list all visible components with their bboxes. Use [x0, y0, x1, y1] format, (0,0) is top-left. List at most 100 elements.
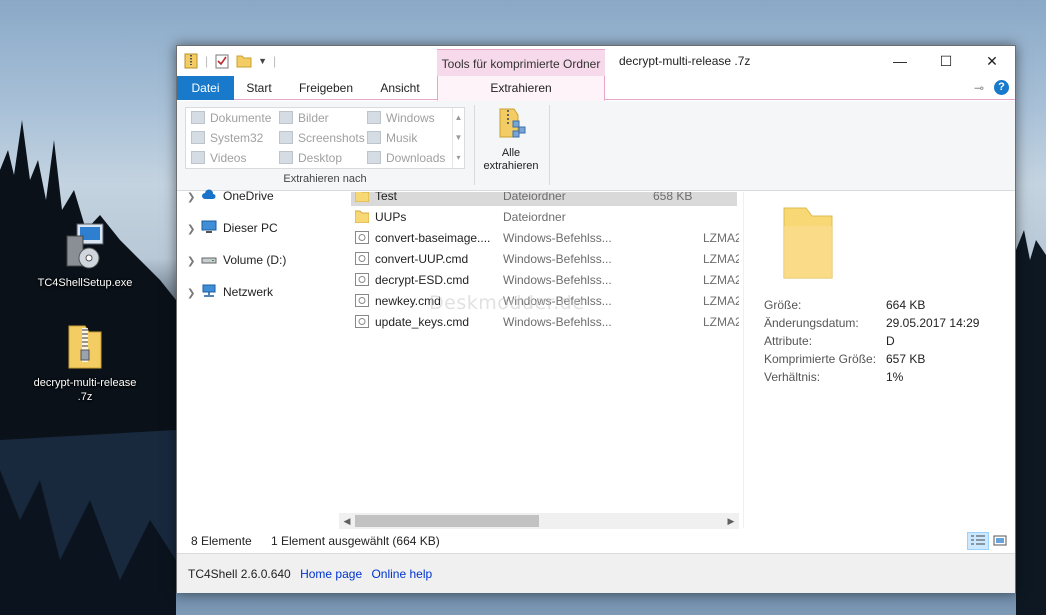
- close-button[interactable]: ✕: [969, 46, 1015, 76]
- script-icon: [355, 273, 369, 286]
- extract-destination-gallery: Dokumente Bilder Windows System32 Screen…: [185, 107, 465, 169]
- detail-modified-date: Änderungsdatum: 29.05.2017 14:29: [764, 316, 980, 330]
- network-icon: [202, 284, 216, 297]
- nav-item-onedrive[interactable]: ❯ OneDrive: [187, 186, 274, 206]
- extract-all-button[interactable]: Alle extrahieren: [479, 107, 543, 173]
- window-title: decrypt-multi-release .7z: [619, 54, 751, 68]
- large-icons-view-icon: [993, 535, 1007, 546]
- gallery-item-videos[interactable]: Videos: [188, 148, 246, 168]
- group-label-extract-to: Extrahieren nach: [283, 173, 367, 185]
- chevron-right-icon[interactable]: ❯: [187, 188, 201, 208]
- folder-icon: [783, 207, 833, 279]
- chevron-right-icon[interactable]: ❯: [187, 252, 201, 272]
- gallery-expand-icon[interactable]: ▾: [453, 148, 464, 168]
- chevron-down-icon[interactable]: ▼: [453, 128, 464, 148]
- status-bar: 8 Elemente 1 Element ausgewählt (664 KB): [177, 530, 1015, 552]
- tab-start[interactable]: Start: [234, 76, 284, 100]
- horizontal-scrollbar[interactable]: ◀ ▶: [339, 513, 739, 529]
- script-icon: [355, 231, 369, 244]
- version-label: TC4Shell 2.6.0.640: [188, 567, 291, 581]
- screenshots-icon: [279, 131, 293, 144]
- gallery-item-music[interactable]: Musik: [364, 128, 417, 148]
- maximize-button[interactable]: ☐: [923, 46, 969, 76]
- home-page-link[interactable]: Home page: [300, 567, 362, 581]
- music-icon: [367, 131, 381, 144]
- zip-archive-icon: [184, 53, 198, 69]
- table-row[interactable]: update_keys.cmd Windows-Befehlss... LZMA…: [351, 312, 739, 332]
- desktop-icon: [279, 151, 293, 164]
- zip-folder-icon: [63, 322, 107, 372]
- folder-icon: [355, 192, 369, 202]
- properties-icon[interactable]: [214, 53, 230, 69]
- nav-item-network[interactable]: ❯ Netzwerk: [187, 282, 273, 302]
- computer-icon: [201, 220, 217, 233]
- windows-folder-icon: [367, 111, 381, 124]
- tab-share[interactable]: Freigeben: [289, 76, 363, 100]
- desktop-icon-tc4shell-setup[interactable]: TC4ShellSetup.exe: [30, 222, 140, 290]
- table-row[interactable]: Test Dateiordner 658 KB: [351, 192, 737, 206]
- videos-icon: [191, 151, 205, 164]
- gallery-scrollbar[interactable]: ▲ ▼ ▾: [452, 108, 464, 168]
- desktop-icon-label: TC4ShellSetup.exe: [37, 277, 133, 289]
- chevron-right-icon[interactable]: ❯: [187, 284, 201, 304]
- script-icon: [355, 294, 369, 307]
- pin-ribbon-icon[interactable]: ⊸: [974, 81, 984, 95]
- scrollbar-thumb[interactable]: [355, 515, 539, 527]
- context-tab-header: Tools für komprimierte Ordner: [437, 49, 605, 77]
- online-help-link[interactable]: Online help: [371, 567, 432, 581]
- gallery-item-downloads[interactable]: Downloads: [364, 148, 445, 168]
- tab-extract[interactable]: Extrahieren: [437, 76, 605, 101]
- chevron-up-icon[interactable]: ▲: [453, 108, 464, 128]
- ribbon-extract-panel: Dokumente Bilder Windows System32 Screen…: [177, 101, 1015, 191]
- tab-view[interactable]: Ansicht: [371, 76, 429, 100]
- nav-item-volume-d[interactable]: ❯ Volume (D:): [187, 250, 286, 270]
- detail-ratio: Verhältnis: 1%: [764, 370, 904, 384]
- gallery-item-system32[interactable]: System32: [188, 128, 263, 148]
- extract-all-icon: [499, 108, 526, 138]
- desktop-icon-label: decrypt-multi-release .7z: [33, 377, 137, 403]
- chevron-left-icon[interactable]: ◀: [339, 513, 355, 529]
- desktop-icon-decrypt-archive[interactable]: decrypt-multi-release .7z: [30, 322, 140, 404]
- minimize-button[interactable]: —: [877, 46, 923, 76]
- explorer-window: | ▼ | Tools für komprimierte Ordner decr…: [176, 45, 1016, 593]
- table-row[interactable]: convert-UUP.cmd Windows-Befehlss... LZMA…: [351, 249, 739, 269]
- gallery-item-desktop[interactable]: Desktop: [276, 148, 342, 168]
- gallery-item-screenshots[interactable]: Screenshots: [276, 128, 365, 148]
- cloud-icon: [202, 189, 216, 199]
- table-row[interactable]: decrypt-ESD.cmd Windows-Befehlss... LZMA…: [351, 270, 739, 290]
- chevron-right-icon[interactable]: ❯: [187, 220, 201, 240]
- detail-size: Größe: 664 KB: [764, 298, 926, 312]
- system-folder-icon: [191, 131, 205, 144]
- new-folder-icon[interactable]: [236, 53, 252, 69]
- tc4shell-footer: TC4Shell 2.6.0.640 Home page Online help: [177, 553, 1015, 593]
- details-view-button[interactable]: [967, 532, 989, 550]
- ribbon-group-separator: [549, 105, 550, 185]
- chevron-down-icon[interactable]: ▼: [258, 56, 267, 66]
- gallery-item-windows[interactable]: Windows: [364, 108, 435, 128]
- watermark: Deskmodder.de: [429, 292, 585, 314]
- pictures-icon: [279, 111, 293, 124]
- gallery-item-pictures[interactable]: Bilder: [276, 108, 329, 128]
- nav-item-this-pc[interactable]: ❯ Dieser PC: [187, 218, 278, 238]
- details-pane: Größe: 664 KB Änderungsdatum: 29.05.2017 1…: [743, 192, 1015, 528]
- large-icons-view-button[interactable]: [991, 532, 1013, 550]
- gallery-item-documents[interactable]: Dokumente: [188, 108, 271, 128]
- file-list: Test Dateiordner 658 KB UUPs Dateiordner…: [349, 192, 739, 512]
- ribbon-tabs: Datei Start Freigeben Ansicht Extrahiere…: [177, 76, 1015, 101]
- table-row[interactable]: convert-baseimage.... Windows-Befehlss..…: [351, 228, 739, 248]
- chevron-right-icon[interactable]: ▶: [723, 513, 739, 529]
- detail-attributes: Attribute: D: [764, 334, 895, 348]
- downloads-icon: [367, 151, 381, 164]
- detail-compressed-size: Komprimierte Größe: 657 KB: [764, 352, 926, 366]
- item-count: 8 Elemente: [191, 534, 252, 548]
- documents-icon: [191, 111, 205, 124]
- close-icon: ✕: [986, 52, 998, 69]
- title-bar: | ▼ | Tools für komprimierte Ordner decr…: [177, 46, 1015, 77]
- help-icon[interactable]: ?: [994, 80, 1009, 95]
- installer-icon: [63, 222, 107, 272]
- details-view-icon: [971, 535, 985, 545]
- quick-access-toolbar: | ▼ |: [183, 53, 276, 69]
- table-row[interactable]: UUPs Dateiordner: [351, 207, 739, 227]
- tab-file[interactable]: Datei: [177, 76, 234, 100]
- minimize-icon: —: [893, 53, 907, 69]
